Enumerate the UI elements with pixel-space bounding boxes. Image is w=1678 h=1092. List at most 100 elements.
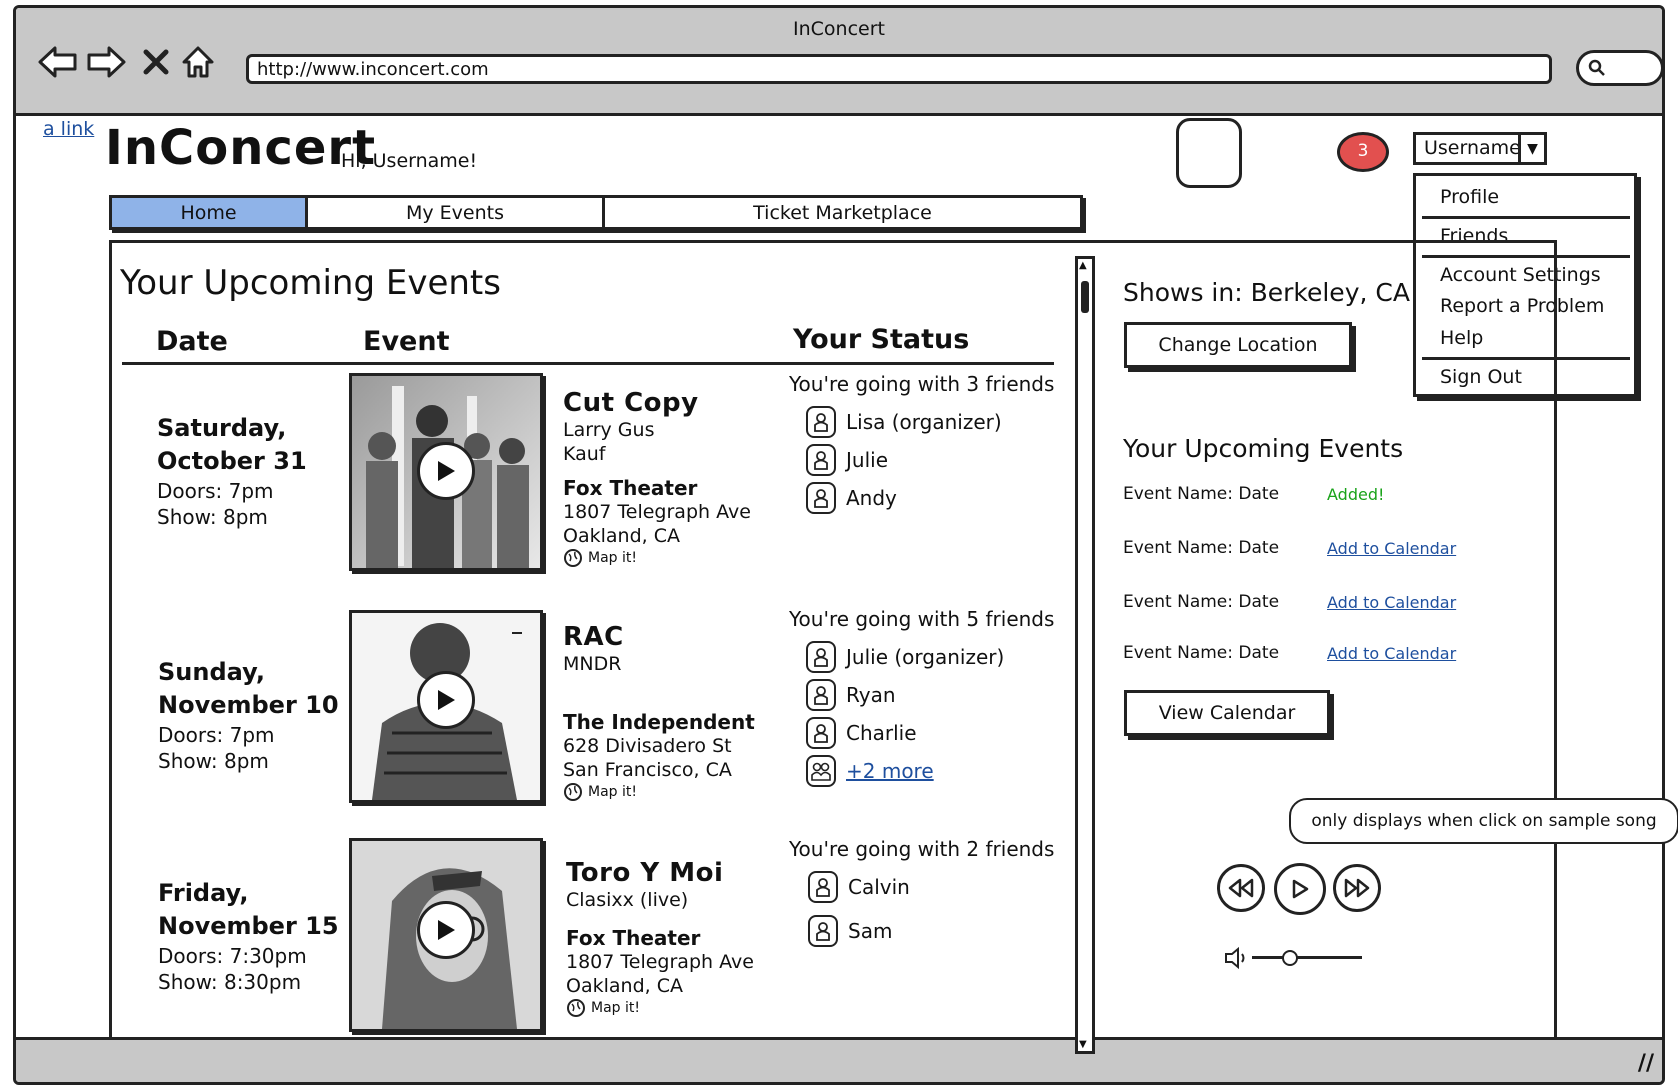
map-it-link[interactable]: Map it! — [563, 782, 755, 802]
add-to-calendar-link[interactable]: Add to Calendar — [1327, 539, 1456, 558]
fast-forward-icon — [1344, 878, 1370, 898]
event-info: Toro Y Moi Clasixx (live) Fox Theater 18… — [566, 858, 754, 1018]
view-calendar-button[interactable]: View Calendar — [1124, 690, 1330, 736]
volume-slider[interactable] — [1252, 956, 1362, 959]
scroll-up-icon[interactable]: ▲ — [1079, 260, 1087, 271]
user-dropdown[interactable]: Username ▼ — [1413, 132, 1547, 165]
globe-icon — [564, 783, 582, 801]
globe-icon — [567, 999, 585, 1017]
user-icon — [806, 406, 836, 438]
header-divider — [122, 362, 1054, 365]
friend-item[interactable]: Sam — [808, 915, 1054, 947]
rewind-button[interactable] — [1217, 864, 1265, 912]
user-icon — [808, 871, 838, 903]
play-button[interactable] — [1274, 863, 1326, 915]
volume-slider-handle[interactable] — [1282, 950, 1298, 966]
event-date: Sunday, November 10 Doors: 7pm Show: 8pm — [158, 656, 339, 774]
headliner: Toro Y Moi — [566, 858, 724, 888]
user-icon — [806, 482, 836, 514]
friend-item[interactable]: Charlie — [806, 717, 1054, 749]
event-doors: Doors: 7:30pm — [158, 944, 307, 968]
change-location-button[interactable]: Change Location — [1124, 322, 1352, 368]
page-title: Your Upcoming Events — [120, 263, 501, 303]
map-it-label: Map it! — [588, 784, 637, 800]
venue-city: Oakland, CA — [563, 525, 680, 547]
event-thumbnail[interactable] — [349, 373, 543, 571]
play-sample-button[interactable] — [417, 671, 475, 729]
friend-item[interactable]: Calvin — [808, 871, 1054, 903]
user-icon — [806, 717, 836, 749]
menu-item-profile[interactable]: Profile — [1440, 186, 1499, 208]
friend-item[interactable]: Julie (organizer) — [806, 641, 1054, 673]
user-dropdown-label: Username — [1424, 137, 1521, 159]
event-doors: Doors: 7pm — [158, 723, 275, 747]
user-icon — [806, 444, 836, 476]
fast-forward-button[interactable] — [1333, 864, 1381, 912]
menu-divider — [1422, 216, 1630, 219]
window-title: InConcert — [793, 18, 885, 40]
friend-name: Andy — [846, 486, 897, 510]
notification-badge[interactable]: 3 — [1337, 132, 1389, 172]
event-thumbnail[interactable] — [349, 838, 543, 1032]
event-day: Friday, — [158, 879, 249, 907]
back-icon[interactable] — [36, 40, 80, 84]
headliner: RAC — [563, 622, 624, 652]
friend-item[interactable]: Julie — [806, 444, 1054, 476]
event-show: Show: 8:30pm — [158, 970, 302, 994]
stop-icon[interactable] — [134, 40, 178, 84]
friend-item[interactable]: Andy — [806, 482, 1054, 514]
friend-name: Charlie — [846, 721, 917, 745]
event-info: RAC MNDR The Independent 628 Divisadero … — [563, 622, 755, 802]
scrollbar-thumb[interactable] — [1081, 281, 1089, 313]
play-sample-button[interactable] — [417, 442, 475, 500]
tab-my-events[interactable]: My Events — [308, 198, 605, 227]
chevron-down-icon[interactable]: ▼ — [1518, 135, 1544, 162]
play-sample-button[interactable] — [417, 901, 475, 959]
event-thumbnail[interactable] — [349, 610, 543, 803]
player-tooltip: only displays when click on sample song — [1289, 798, 1678, 844]
event-show: Show: 8pm — [157, 505, 268, 529]
map-it-link[interactable]: Map it! — [566, 998, 754, 1018]
event-status: You're going with 5 friends Julie (organ… — [789, 607, 1054, 787]
sidebar-event-name: Event Name: Date — [1123, 643, 1280, 663]
friend-item[interactable]: Ryan — [806, 679, 1054, 711]
top-link[interactable]: a link — [43, 118, 94, 140]
map-it-link[interactable]: Map it! — [563, 548, 751, 568]
map-it-label: Map it! — [588, 550, 637, 566]
sidebar-event-name: Event Name: Date — [1123, 484, 1280, 504]
venue-name: The Independent — [563, 710, 755, 734]
tab-home[interactable]: Home — [112, 198, 308, 227]
forward-icon[interactable] — [84, 40, 128, 84]
globe-icon — [564, 549, 582, 567]
venue-city: San Francisco, CA — [563, 759, 732, 781]
tab-ticket-marketplace[interactable]: Ticket Marketplace — [605, 198, 1080, 227]
scroll-down-icon[interactable]: ▼ — [1079, 1039, 1087, 1050]
home-icon[interactable] — [176, 40, 220, 84]
user-icon — [808, 915, 838, 947]
address-bar[interactable]: http://www.inconcert.com — [246, 54, 1552, 84]
browser-search-field[interactable] — [1576, 50, 1662, 86]
play-icon — [1292, 879, 1309, 899]
event-doors: Doors: 7pm — [157, 479, 274, 503]
event-date-text: November 10 — [158, 691, 339, 719]
volume-icon[interactable] — [1224, 946, 1250, 974]
column-header-status: Your Status — [793, 324, 970, 355]
friend-item[interactable]: Lisa (organizer) — [806, 406, 1054, 438]
add-to-calendar-link[interactable]: Add to Calendar — [1327, 644, 1456, 663]
events-scrollbar[interactable]: ▲ ▼ — [1075, 256, 1095, 1054]
resize-grip-icon[interactable]: // — [1638, 1051, 1654, 1076]
venue-address: 1807 Telegraph Ave — [566, 951, 754, 973]
avatar[interactable] — [1176, 118, 1242, 188]
more-friends-item[interactable]: +2 more — [806, 755, 1054, 787]
browser-toolbar: InConcert http://www.inconcert.com — [16, 8, 1662, 116]
user-icon — [806, 641, 836, 673]
sidebar-event-name: Event Name: Date — [1123, 538, 1280, 558]
supporting-act: Clasixx (live) — [566, 889, 689, 911]
more-friends-link[interactable]: +2 more — [846, 759, 934, 783]
friend-name: Julie (organizer) — [846, 645, 1005, 669]
event-day: Saturday, — [157, 414, 287, 442]
add-to-calendar-link[interactable]: Add to Calendar — [1327, 593, 1456, 612]
going-with-text: You're going with 5 friends — [789, 607, 1055, 631]
supporting-act: MNDR — [563, 653, 622, 675]
rewind-icon — [1228, 878, 1254, 898]
